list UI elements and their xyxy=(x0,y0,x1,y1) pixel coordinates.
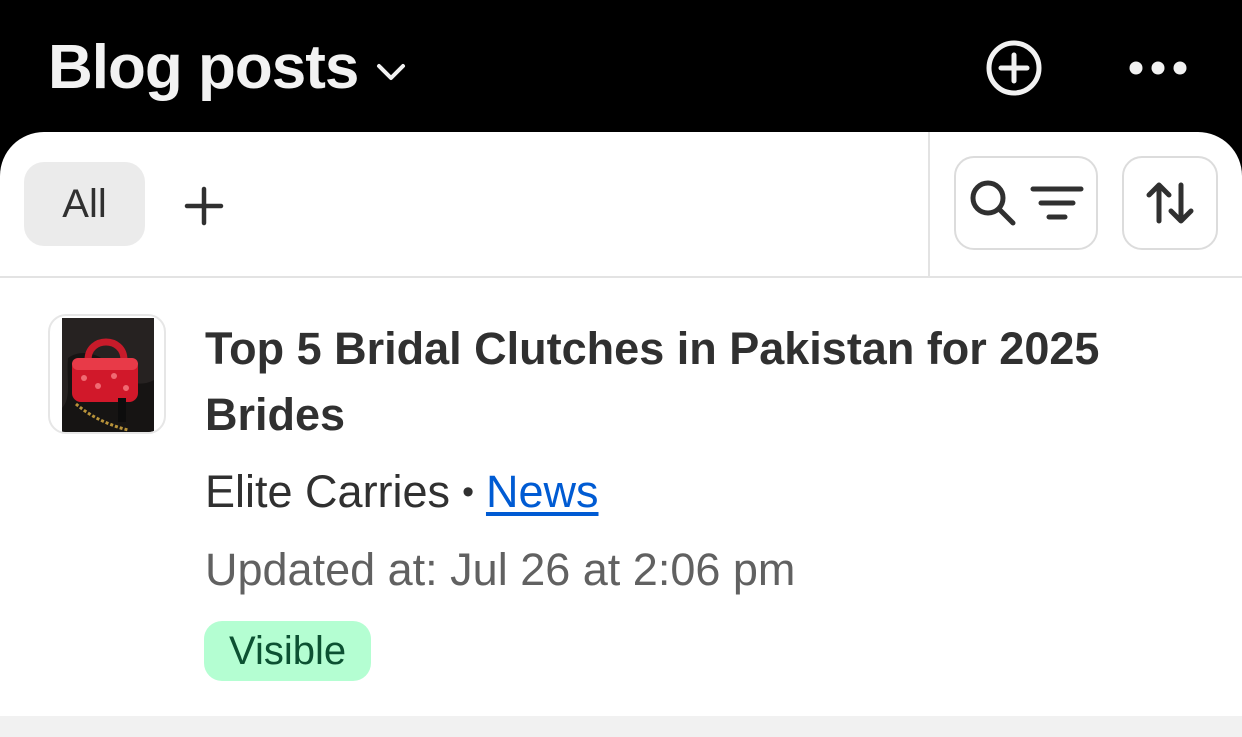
blog-link[interactable]: News xyxy=(486,466,599,517)
post-author: Elite Carries xyxy=(205,466,451,517)
add-view-button[interactable] xyxy=(180,182,228,230)
more-horizontal-icon xyxy=(1129,61,1187,75)
post-thumbnail-image xyxy=(62,318,154,432)
post-meta: Elite Carries • News xyxy=(205,464,599,520)
post-thumbnail xyxy=(48,314,166,434)
view-toolbar: All xyxy=(0,132,1242,278)
add-post-button[interactable] xyxy=(982,36,1046,100)
header: Blog posts xyxy=(0,0,1242,135)
post-updated-at: Updated at: Jul 26 at 2:06 pm xyxy=(205,544,796,595)
search-icon xyxy=(970,180,1016,226)
post-title[interactable]: Top 5 Bridal Clutches in Pakistan for 20… xyxy=(205,316,1205,448)
sort-icon xyxy=(1146,182,1194,224)
plus-icon xyxy=(184,186,224,226)
app: Blog posts All Top 5 Bridal Clutches in … xyxy=(0,0,1242,737)
list-footer-strip xyxy=(0,716,1242,737)
page-title-dropdown[interactable]: Blog posts xyxy=(48,32,408,104)
toolbar-divider xyxy=(928,132,930,276)
sort-button[interactable] xyxy=(1122,156,1218,250)
status-badge: Visible xyxy=(204,621,372,681)
page-title: Blog posts xyxy=(48,33,359,102)
blog-posts-card: All Top 5 Bridal Clutches in Pakistan fo… xyxy=(0,132,1242,737)
meta-separator: • xyxy=(462,473,474,511)
chevron-down-icon xyxy=(377,64,406,80)
filter-icon xyxy=(1030,186,1084,220)
tab-all[interactable]: All xyxy=(24,162,145,246)
blog-post-row[interactable]: Top 5 Bridal Clutches in Pakistan for 20… xyxy=(0,278,1242,718)
search-filter-button[interactable] xyxy=(954,156,1098,250)
plus-circle-icon xyxy=(986,40,1042,96)
more-actions-button[interactable] xyxy=(1122,36,1194,100)
